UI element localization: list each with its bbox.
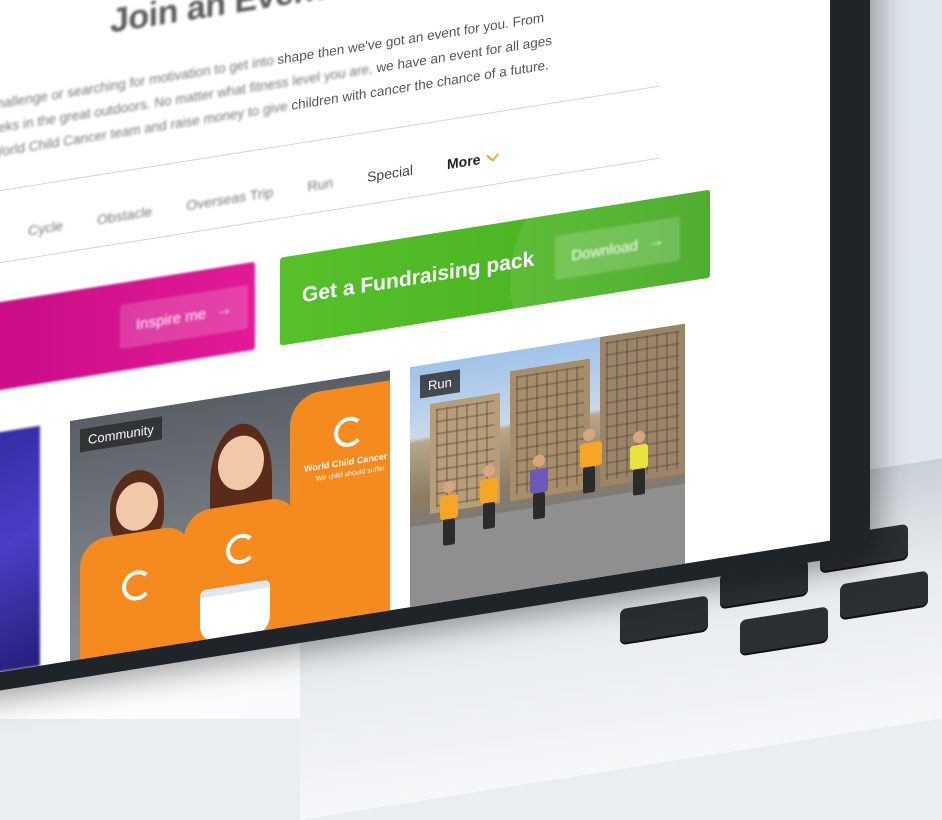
runner xyxy=(480,463,498,530)
runner-legs xyxy=(483,501,495,530)
more-dropdown[interactable]: More xyxy=(447,148,500,173)
runner-vest xyxy=(480,477,498,505)
orange-tshirt xyxy=(290,378,390,647)
runner-head xyxy=(633,429,645,444)
runner xyxy=(440,480,458,547)
building xyxy=(510,358,590,502)
more-label: More xyxy=(447,150,481,173)
windows xyxy=(516,365,584,495)
runner-head xyxy=(483,463,495,478)
event-category-nav: ity Cycle Obstacle Overseas Trip Run Spe… xyxy=(0,148,500,247)
runner-head xyxy=(583,427,595,442)
download-button[interactable]: Download → xyxy=(555,216,680,281)
runner xyxy=(530,453,548,520)
fundraising-title: Get a Fundraising pack xyxy=(302,247,535,308)
keyboard-key xyxy=(620,595,708,644)
runner-legs xyxy=(583,465,595,494)
inspire-me-label: Inspire me xyxy=(136,304,207,334)
chevron-down-icon xyxy=(486,148,500,162)
event-card-community[interactable]: Community World Child Cancer We child sh… xyxy=(70,370,390,661)
runner-legs xyxy=(533,491,545,520)
tab-overseas-trip[interactable]: Overseas Trip xyxy=(186,184,273,214)
page-title: Join an Event xyxy=(110,0,325,41)
runner xyxy=(630,429,648,496)
card-tag-run: Run xyxy=(420,369,460,399)
download-label: Download xyxy=(571,236,638,265)
runner-vest xyxy=(530,467,548,495)
arrow-right-icon: → xyxy=(216,300,233,320)
runner-head xyxy=(443,480,455,494)
keyboard-key xyxy=(740,606,828,655)
intro-paragraph: challenge or searching for motivation to… xyxy=(0,0,590,166)
runner-legs xyxy=(633,467,645,496)
tab-special[interactable]: Special xyxy=(367,162,413,185)
inspire-me-button[interactable]: Inspire me → xyxy=(120,284,249,350)
arrow-right-icon: → xyxy=(648,231,664,252)
volunteer-photo xyxy=(180,415,300,661)
runner-vest xyxy=(440,493,458,521)
inspire-banner: Inspire me → xyxy=(0,261,255,395)
runner-vest xyxy=(630,443,648,471)
volunteer-photo xyxy=(80,462,190,661)
tab-obstacle[interactable]: Obstacle xyxy=(97,203,152,228)
fundraising-banner: Get a Fundraising pack Download → xyxy=(280,189,710,346)
keyboard-key xyxy=(840,570,928,619)
tab-cycle[interactable]: Cycle xyxy=(28,217,63,239)
runner-legs xyxy=(443,518,455,546)
runner-vest xyxy=(580,440,602,469)
runner xyxy=(580,427,602,500)
runner-head xyxy=(533,453,545,468)
event-card-run[interactable]: Run xyxy=(410,323,685,608)
tab-run[interactable]: Run xyxy=(307,174,333,194)
event-card-image[interactable] xyxy=(0,425,40,680)
volunteer-photo: World Child Cancer We child should suffe… xyxy=(290,378,390,647)
